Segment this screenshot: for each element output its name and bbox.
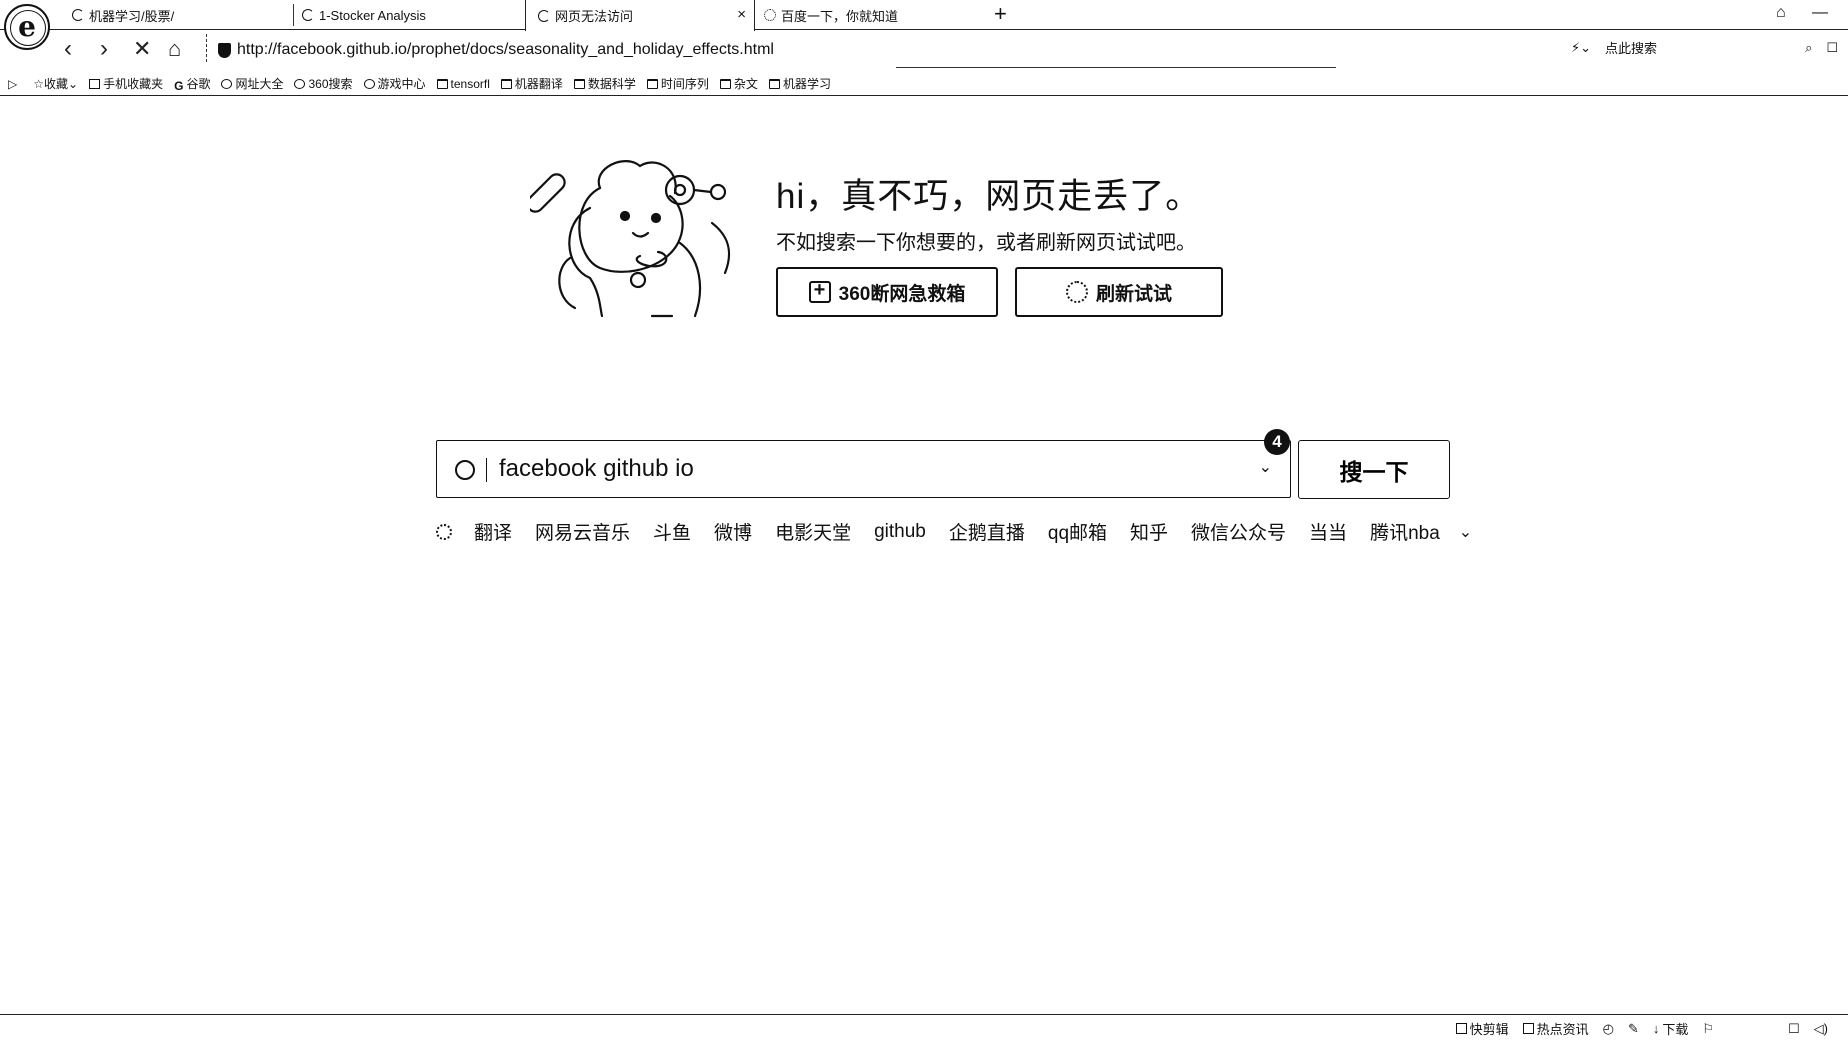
lightning-icon[interactable]: ⚡⌄ [1571,40,1591,56]
notification-badge: 4 [1264,429,1290,455]
navigation-bar: ‹ › ✕ ⌂ http://facebook.github.io/prophe… [0,30,1848,68]
toolbar-right: ⚡⌄ 点此搜索 ⌕ ☐ [1571,38,1848,57]
download-icon: ↓ [1652,1021,1660,1036]
url-text[interactable]: http://facebook.github.io/prophet/docs/s… [237,41,774,59]
address-bar[interactable]: http://facebook.github.io/prophet/docs/s… [218,39,774,61]
bookmark-misc[interactable]: 杂文 [719,75,758,92]
shirt-skin-icon[interactable]: ⌂ [1776,4,1786,22]
mobile-icon [89,78,101,89]
bookmark-site-directory[interactable]: 网址大全 [221,75,283,92]
hot-link[interactable]: 斗鱼 [653,518,691,545]
speed-icon[interactable]: ◴ [1603,1021,1614,1037]
hot-links: 翻译 网易云音乐 斗鱼 微博 电影天堂 github 企鹅直播 qq邮箱 知乎 … [436,518,1472,545]
chevron-down-icon[interactable]: ⌄ [1459,522,1472,542]
bookmark-data-science[interactable]: 数据科学 [573,75,636,92]
download-button[interactable]: ↓ 下载 [1653,1019,1689,1038]
status-bar: 快剪辑 热点资讯 ◴ ✎ ↓ 下载 ⚐ ☐ ◁) [0,1014,1848,1040]
search-360-icon [294,78,306,89]
close-tab-icon[interactable]: × [737,6,746,23]
chevron-down-icon[interactable]: ⌄ [1259,457,1272,477]
forward-button[interactable]: › [100,36,108,62]
google-icon: G [174,78,184,93]
error-subtitle: 不如搜索一下你想要的，或者刷新网页试试吧。 [776,232,1196,254]
game-icon [363,78,375,89]
back-button[interactable]: ‹ [64,36,72,62]
browser-logo-icon[interactable]: e [4,4,50,50]
loading-spinner-icon [436,523,452,540]
star-icon: ☆ [33,76,44,91]
tab-baidu[interactable]: 百度一下，你就知道 [764,0,984,30]
bookmarks-bar: ▷ ☆ 收藏 ⌄ 手机收藏夹 G 谷歌 网址大全 360搜索 游戏中心 tensorf… [0,72,1848,96]
hot-link[interactable]: 腾讯nba [1370,518,1440,545]
minimize-button[interactable]: — [1812,4,1828,22]
bookmark-google[interactable]: G 谷歌 [174,75,210,93]
hot-link[interactable]: 电影天堂 [775,518,851,545]
baidu-paw-icon [764,9,776,21]
bookmark-icon[interactable]: ☐ [1826,40,1838,56]
new-tab-button[interactable]: + [994,2,1007,26]
loading-icon [302,9,314,21]
stop-button[interactable]: ✕ [133,36,151,62]
home-button[interactable]: ⌂ [168,36,181,62]
folder-icon [646,78,658,89]
refresh-icon [1065,281,1088,303]
tab-page-unreachable[interactable]: 网页无法访问 × [525,0,755,31]
bookmark-tensorfl[interactable]: tensorfl [436,77,490,91]
tab-label: 网页无法访问 [555,9,634,24]
bookmark-favorites[interactable]: ☆ 收藏 ⌄ [33,75,78,92]
hot-link[interactable]: 知乎 [1130,518,1168,545]
hot-link[interactable]: qq邮箱 [1048,518,1107,545]
loading-icon [72,9,84,21]
hot-link[interactable]: 当当 [1309,518,1347,545]
video-icon [1455,1023,1467,1034]
hot-link[interactable]: 微信公众号 [1191,518,1286,545]
volume-icon[interactable]: ◁) [1814,1021,1828,1037]
bookmark-machine-translation[interactable]: 机器翻译 [500,75,563,92]
bookmark-360search[interactable]: 360搜索 [294,75,353,92]
loading-icon [538,9,550,22]
hot-link[interactable]: 网易云音乐 [535,518,630,545]
search-hint[interactable]: 点此搜索 [1605,38,1657,57]
hot-link[interactable]: github [874,521,926,543]
folder-icon [500,78,512,89]
flag-icon[interactable]: ⚐ [1702,1021,1714,1037]
search-input[interactable] [499,451,1199,487]
search-box: ⌄ [436,440,1291,498]
refresh-button[interactable]: 刷新试试 [1015,267,1223,317]
tab-label: 机器学习/股票/ [89,8,175,24]
bookmark-game-center[interactable]: 游戏中心 [363,75,426,92]
hot-link[interactable]: 企鹅直播 [949,518,1025,545]
search-button[interactable]: 搜一下 [1298,440,1450,499]
bookmark-mobile[interactable]: 手机收藏夹 [89,75,163,92]
hot-news-button[interactable]: 热点资讯 [1522,1019,1589,1038]
bookmark-machine-learning[interactable]: 机器学习 [768,75,831,92]
first-aid-icon [808,279,831,303]
folder-icon [436,78,448,89]
globe-icon [221,78,233,89]
hot-link[interactable]: 微博 [714,518,752,545]
folder-icon [719,78,731,89]
folder-icon [573,78,585,89]
doctor-mascot-illustration [530,160,731,318]
window-icon[interactable]: ☐ [1788,1021,1800,1037]
bookmark-time-series[interactable]: 时间序列 [646,75,709,92]
shield-icon [218,42,231,58]
tab-label: 百度一下，你就知道 [781,8,899,24]
tab-strip: e 机器学习/股票/ 1-Stocker Analysis 网页无法访问 × 百… [0,0,1848,50]
pin-icon[interactable]: ✎ [1628,1021,1639,1037]
search-icon [455,460,475,480]
error-title: hi，真不巧，网页走丢了。 [776,177,1202,216]
hot-link[interactable]: 翻译 [474,518,512,545]
first-aid-button[interactable]: 360断网急救箱 [776,267,998,317]
tab-ml-stocks[interactable]: 机器学习/股票/ [72,0,294,30]
news-icon [1522,1023,1534,1034]
sidebar-toggle-icon[interactable]: ▷ [8,77,17,91]
search-icon[interactable]: ⌕ [1805,40,1812,56]
tab-label: 1-Stocker Analysis [319,7,426,23]
tab-stocker-analysis[interactable]: 1-Stocker Analysis [302,0,524,30]
quick-edit-button[interactable]: 快剪辑 [1455,1019,1509,1038]
folder-icon [768,78,780,89]
